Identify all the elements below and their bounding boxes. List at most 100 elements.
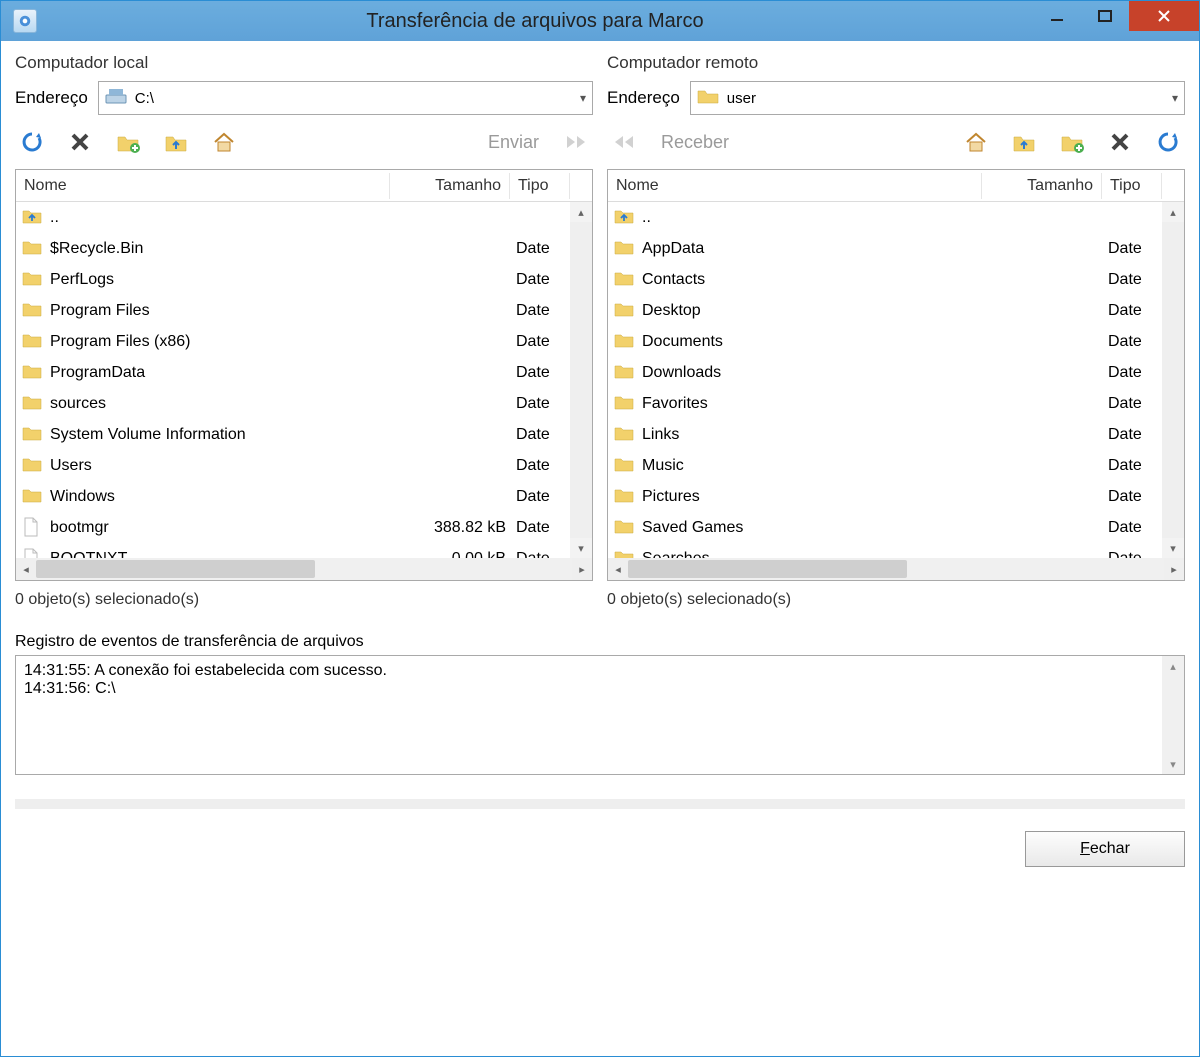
item-name: ProgramData [50, 364, 392, 382]
item-name: $Recycle.Bin [50, 240, 392, 258]
home-button[interactable] [961, 127, 991, 157]
refresh-button[interactable] [17, 127, 47, 157]
list-item[interactable]: $Recycle.Bin Date [16, 233, 570, 264]
remote-address-combo[interactable]: user ▾ [690, 81, 1185, 115]
parent-folder-button[interactable] [1009, 127, 1039, 157]
item-size: 388.82 kB [398, 519, 510, 537]
folder-icon [697, 87, 719, 109]
scroll-right-icon[interactable]: ▸ [1164, 563, 1184, 576]
list-item[interactable]: UsersDate [16, 450, 570, 481]
folder-icon [614, 238, 636, 260]
remote-vscrollbar[interactable]: ▴ ▾ [1162, 202, 1184, 558]
local-vscrollbar[interactable]: ▴ ▾ [570, 202, 592, 558]
list-item[interactable]: DesktopDate [608, 295, 1162, 326]
refresh-button[interactable] [1153, 127, 1183, 157]
scroll-left-icon[interactable]: ◂ [608, 563, 628, 576]
local-file-list: Nome Tamanho Tipo ..$Recycle.BinDatePerf… [15, 169, 593, 581]
scroll-up-icon[interactable]: ▴ [1162, 656, 1184, 676]
item-type: Date [1108, 302, 1156, 320]
local-status: 0 objeto(s) selecionado(s) [15, 589, 593, 609]
local-hscrollbar[interactable]: ◂ ▸ [16, 558, 592, 580]
window-controls [1033, 1, 1199, 41]
folder-icon [614, 269, 636, 291]
folder-icon [22, 269, 44, 291]
log-line: 14:31:56: C:\ [24, 680, 1176, 698]
col-type[interactable]: Tipo [510, 173, 570, 199]
delete-button[interactable] [1105, 127, 1135, 157]
item-type: Date [516, 240, 564, 258]
file-transfer-window: Transferência de arquivos para Marco Com… [0, 0, 1200, 1057]
list-item[interactable]: ContactsDate [608, 264, 1162, 295]
col-name[interactable]: Nome [608, 173, 982, 199]
remote-panel: Computador remoto Endereço user ▾ Recebe… [607, 53, 1185, 609]
close-button[interactable] [1129, 1, 1199, 31]
folder-icon [22, 486, 44, 508]
scroll-up-icon[interactable]: ▴ [1162, 202, 1184, 222]
col-type[interactable]: Tipo [1102, 173, 1162, 199]
scroll-down-icon[interactable]: ▾ [1162, 754, 1184, 774]
list-item[interactable]: sourcesDate [16, 388, 570, 419]
log-box[interactable]: 14:31:55: A conexão foi estabelecida com… [15, 655, 1185, 775]
maximize-button[interactable] [1081, 1, 1129, 31]
list-item[interactable]: bootmgr388.82 kBDate [16, 512, 570, 543]
folder-icon [614, 300, 636, 322]
local-rows[interactable]: ..$Recycle.BinDatePerfLogsDateProgram Fi… [16, 202, 570, 558]
minimize-button[interactable] [1033, 1, 1081, 31]
list-item[interactable]: WindowsDate [16, 481, 570, 512]
list-item[interactable]: Saved GamesDate [608, 512, 1162, 543]
home-button[interactable] [209, 127, 239, 157]
local-address-combo[interactable]: C:\ ▾ [98, 81, 593, 115]
list-item[interactable]: FavoritesDate [608, 388, 1162, 419]
list-item[interactable]: PicturesDate [608, 481, 1162, 512]
remote-rows[interactable]: ..AppDataDateContactsDateDesktopDateDocu… [608, 202, 1162, 558]
list-item[interactable]: BOOTNXT0.00 kBDate [16, 543, 570, 558]
send-button[interactable] [561, 127, 591, 157]
list-item[interactable]: MusicDate [608, 450, 1162, 481]
list-item[interactable]: .. [608, 202, 1162, 233]
parent-folder-button[interactable] [161, 127, 191, 157]
item-name: AppData [642, 240, 984, 258]
list-item[interactable]: SearchesDate [608, 543, 1162, 558]
new-folder-button[interactable] [1057, 127, 1087, 157]
list-item[interactable]: ProgramDataDate [16, 357, 570, 388]
scroll-up-icon[interactable]: ▴ [570, 202, 592, 222]
log-vscrollbar[interactable]: ▴ ▾ [1162, 656, 1184, 774]
list-item[interactable]: DocumentsDate [608, 326, 1162, 357]
new-folder-button[interactable] [113, 127, 143, 157]
scroll-left-icon[interactable]: ◂ [16, 563, 36, 576]
local-toolbar: Enviar [15, 123, 593, 161]
list-item[interactable]: AppData Date [608, 233, 1162, 264]
item-type: Date [1108, 395, 1156, 413]
delete-button[interactable] [65, 127, 95, 157]
item-type: Date [1108, 519, 1156, 537]
col-size[interactable]: Tamanho [982, 173, 1102, 199]
folder-icon [614, 393, 636, 415]
col-size[interactable]: Tamanho [390, 173, 510, 199]
list-item[interactable]: DownloadsDate [608, 357, 1162, 388]
item-type: Date [1108, 240, 1156, 258]
remote-hscrollbar[interactable]: ◂ ▸ [608, 558, 1184, 580]
item-type: Date [1108, 364, 1156, 382]
item-type: Date [1108, 271, 1156, 289]
item-name: Links [642, 426, 984, 444]
list-item[interactable]: PerfLogsDate [16, 264, 570, 295]
remote-file-list: Nome Tamanho Tipo ..AppDataDateContactsD… [607, 169, 1185, 581]
list-item[interactable]: LinksDate [608, 419, 1162, 450]
item-type: Date [1108, 550, 1156, 559]
close-dialog-button[interactable]: Fechar [1025, 831, 1185, 867]
scroll-right-icon[interactable]: ▸ [572, 563, 592, 576]
list-item[interactable]: .. [16, 202, 570, 233]
remote-address-row: Endereço user ▾ [607, 81, 1185, 115]
receive-label: Receber [657, 132, 733, 153]
col-name[interactable]: Nome [16, 173, 390, 199]
list-item[interactable]: System Volume InformationDate [16, 419, 570, 450]
scroll-down-icon[interactable]: ▾ [570, 538, 592, 558]
up-folder-icon [614, 207, 636, 229]
file-icon [22, 517, 44, 539]
remote-address-label: Endereço [607, 88, 680, 108]
list-item[interactable]: Program FilesDate [16, 295, 570, 326]
scroll-down-icon[interactable]: ▾ [1162, 538, 1184, 558]
receive-button[interactable] [609, 127, 639, 157]
list-item[interactable]: Program Files (x86)Date [16, 326, 570, 357]
item-type: Date [516, 271, 564, 289]
